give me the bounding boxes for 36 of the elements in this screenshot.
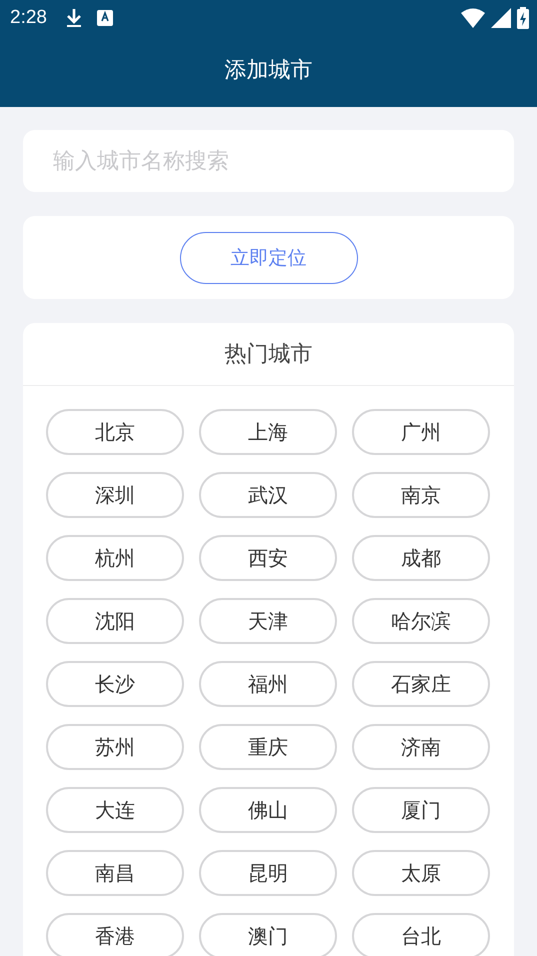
city-button[interactable]: 济南 <box>352 724 490 770</box>
city-button[interactable]: 武汉 <box>199 472 337 518</box>
signal-icon <box>491 8 511 28</box>
city-button[interactable]: 成都 <box>352 535 490 581</box>
download-icon <box>64 7 83 29</box>
city-button[interactable]: 香港 <box>46 913 184 956</box>
city-button[interactable]: 天津 <box>199 598 337 644</box>
city-button[interactable]: 北京 <box>46 409 184 455</box>
city-button[interactable]: 台北 <box>352 913 490 956</box>
page-title: 添加城市 <box>224 56 312 84</box>
city-button[interactable]: 上海 <box>199 409 337 455</box>
city-button[interactable]: 石家庄 <box>352 661 490 707</box>
status-time: 2:28 <box>10 7 47 29</box>
city-button[interactable]: 福州 <box>199 661 337 707</box>
battery-icon <box>517 7 529 29</box>
keyboard-icon <box>96 10 113 26</box>
city-button[interactable]: 昆明 <box>199 850 337 896</box>
city-button[interactable]: 南京 <box>352 472 490 518</box>
city-button[interactable]: 长沙 <box>46 661 184 707</box>
city-button[interactable]: 广州 <box>352 409 490 455</box>
city-button[interactable]: 南昌 <box>46 850 184 896</box>
city-button[interactable]: 杭州 <box>46 535 184 581</box>
city-button[interactable]: 厦门 <box>352 787 490 833</box>
city-button[interactable]: 佛山 <box>199 787 337 833</box>
section-title: 热门城市 <box>224 341 312 369</box>
locate-button[interactable]: 立即定位 <box>180 232 358 284</box>
city-button[interactable]: 太原 <box>352 850 490 896</box>
city-button[interactable]: 苏州 <box>46 724 184 770</box>
city-button[interactable]: 西安 <box>199 535 337 581</box>
wifi-icon <box>461 8 485 28</box>
city-button[interactable]: 沈阳 <box>46 598 184 644</box>
city-button[interactable]: 澳门 <box>199 913 337 956</box>
city-button[interactable]: 深圳 <box>46 472 184 518</box>
city-button[interactable]: 重庆 <box>199 724 337 770</box>
city-button[interactable]: 大连 <box>46 787 184 833</box>
city-button[interactable]: 哈尔滨 <box>352 598 490 644</box>
